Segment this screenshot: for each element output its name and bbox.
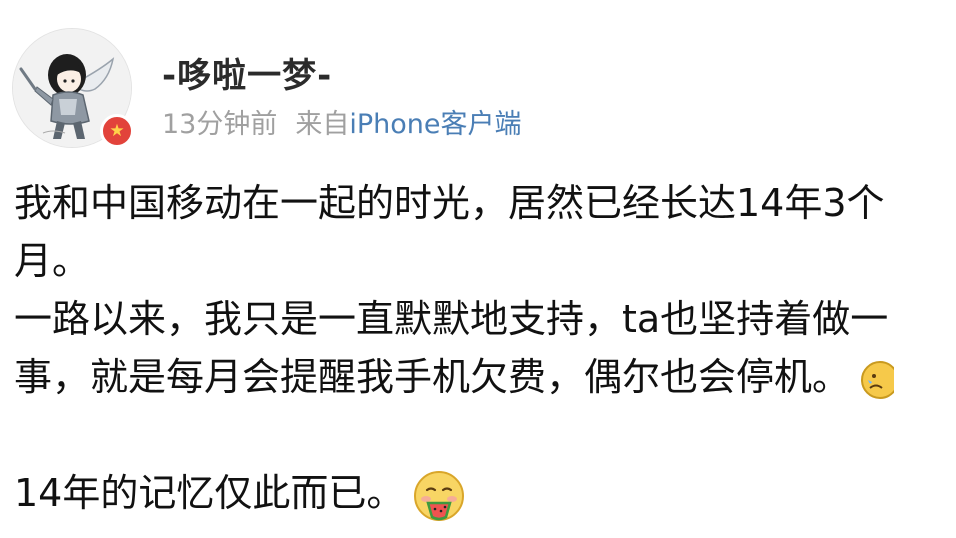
post-meta: 13分钟前 来自iPhone客户端 <box>162 102 522 141</box>
screen: ★ -哆啦一梦- 13分钟前 来自iPhone客户端 我和中国移动在一起的时光，居… <box>0 0 956 538</box>
red-star-verified-badge-icon: ★ <box>100 114 134 148</box>
post-text-line: 一路以来，我只是一直默默地支持，ta也坚持着做一 <box>14 297 889 341</box>
post-header: ★ -哆啦一梦- 13分钟前 来自iPhone客户端 <box>12 28 942 158</box>
post-text-line-blank <box>14 406 956 464</box>
post-time: 13分钟前 <box>162 109 278 140</box>
post-body: 我和中国移动在一起的时光，居然已经长达14年3个 月。 一路以来，我只是一直默默… <box>14 174 956 522</box>
post-text-line-with-emoji: 14年的记忆仅此而已。 <box>14 464 956 522</box>
avatar-container[interactable]: ★ <box>12 28 134 148</box>
post-text-line: 我和中国移动在一起的时光，居然已经长达14年3个 <box>14 181 885 225</box>
source-prefix: 来自 <box>295 109 350 140</box>
post-text-line-text: 事，就是每月会提醒我手机欠费，偶尔也会停机。 <box>14 355 851 399</box>
username[interactable]: -哆啦一梦- <box>162 48 332 97</box>
source-link[interactable]: iPhone客户端 <box>349 109 521 140</box>
post-text-line-text: 14年的记忆仅此而已。 <box>14 471 405 515</box>
post-text-line-with-emoji: 事，就是每月会提醒我手机欠费，偶尔也会停机。 <box>14 348 956 406</box>
eating-watermelon-emoji-icon <box>412 469 466 523</box>
post-text-line: 月。 <box>14 239 91 283</box>
sad-face-emoji-icon <box>858 358 895 402</box>
